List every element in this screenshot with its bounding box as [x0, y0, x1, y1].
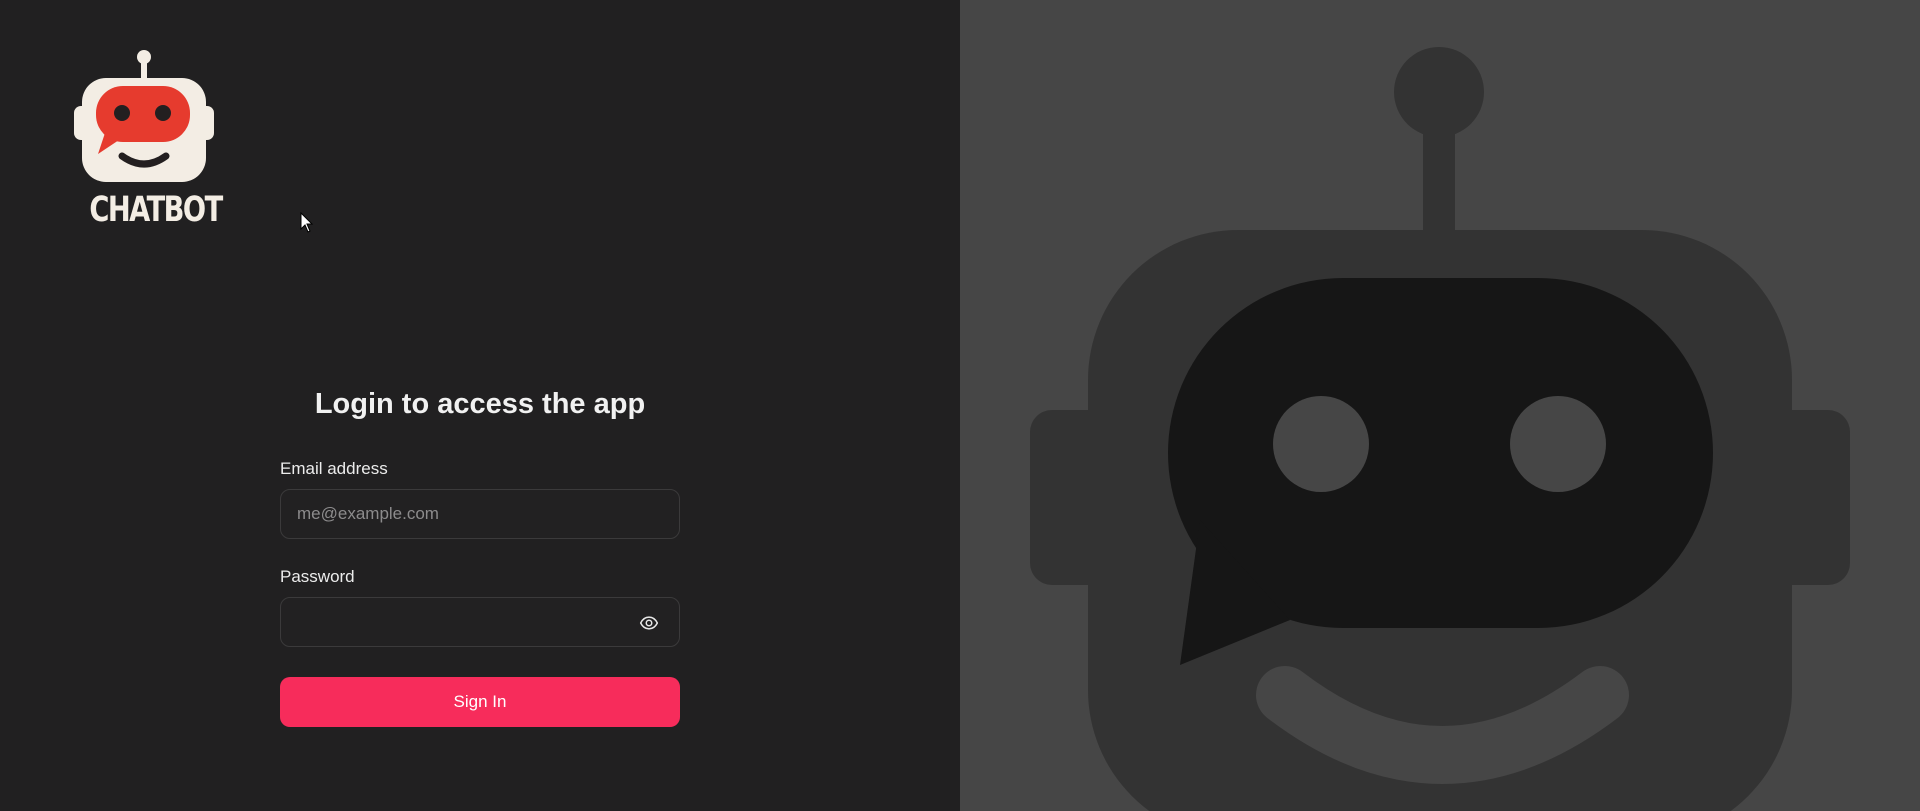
page-title: Login to access the app: [314, 388, 646, 420]
password-field-group: Password: [280, 567, 680, 647]
eye-icon[interactable]: [639, 613, 659, 633]
password-input[interactable]: [281, 598, 679, 646]
email-input[interactable]: [281, 490, 679, 538]
robot-hero-icon: [1030, 47, 1850, 811]
robot-logo-icon: [74, 50, 214, 182]
sign-in-button[interactable]: Sign In: [280, 677, 680, 727]
brand-logo: CHATBOT: [74, 48, 223, 230]
login-form: Login to access the app Email address Pa…: [280, 388, 680, 727]
email-label: Email address: [280, 459, 388, 478]
password-input-box: [280, 597, 680, 647]
brand-name: CHATBOT: [89, 190, 223, 230]
login-page: CHATBOT Login to access the app Email ad…: [0, 0, 1920, 811]
email-input-box: [280, 489, 680, 539]
email-field-group: Email address: [280, 459, 680, 539]
login-panel: CHATBOT Login to access the app Email ad…: [0, 0, 960, 811]
hero-panel: [960, 0, 1920, 811]
password-label: Password: [280, 567, 355, 586]
mouse-cursor-icon: [300, 212, 314, 233]
